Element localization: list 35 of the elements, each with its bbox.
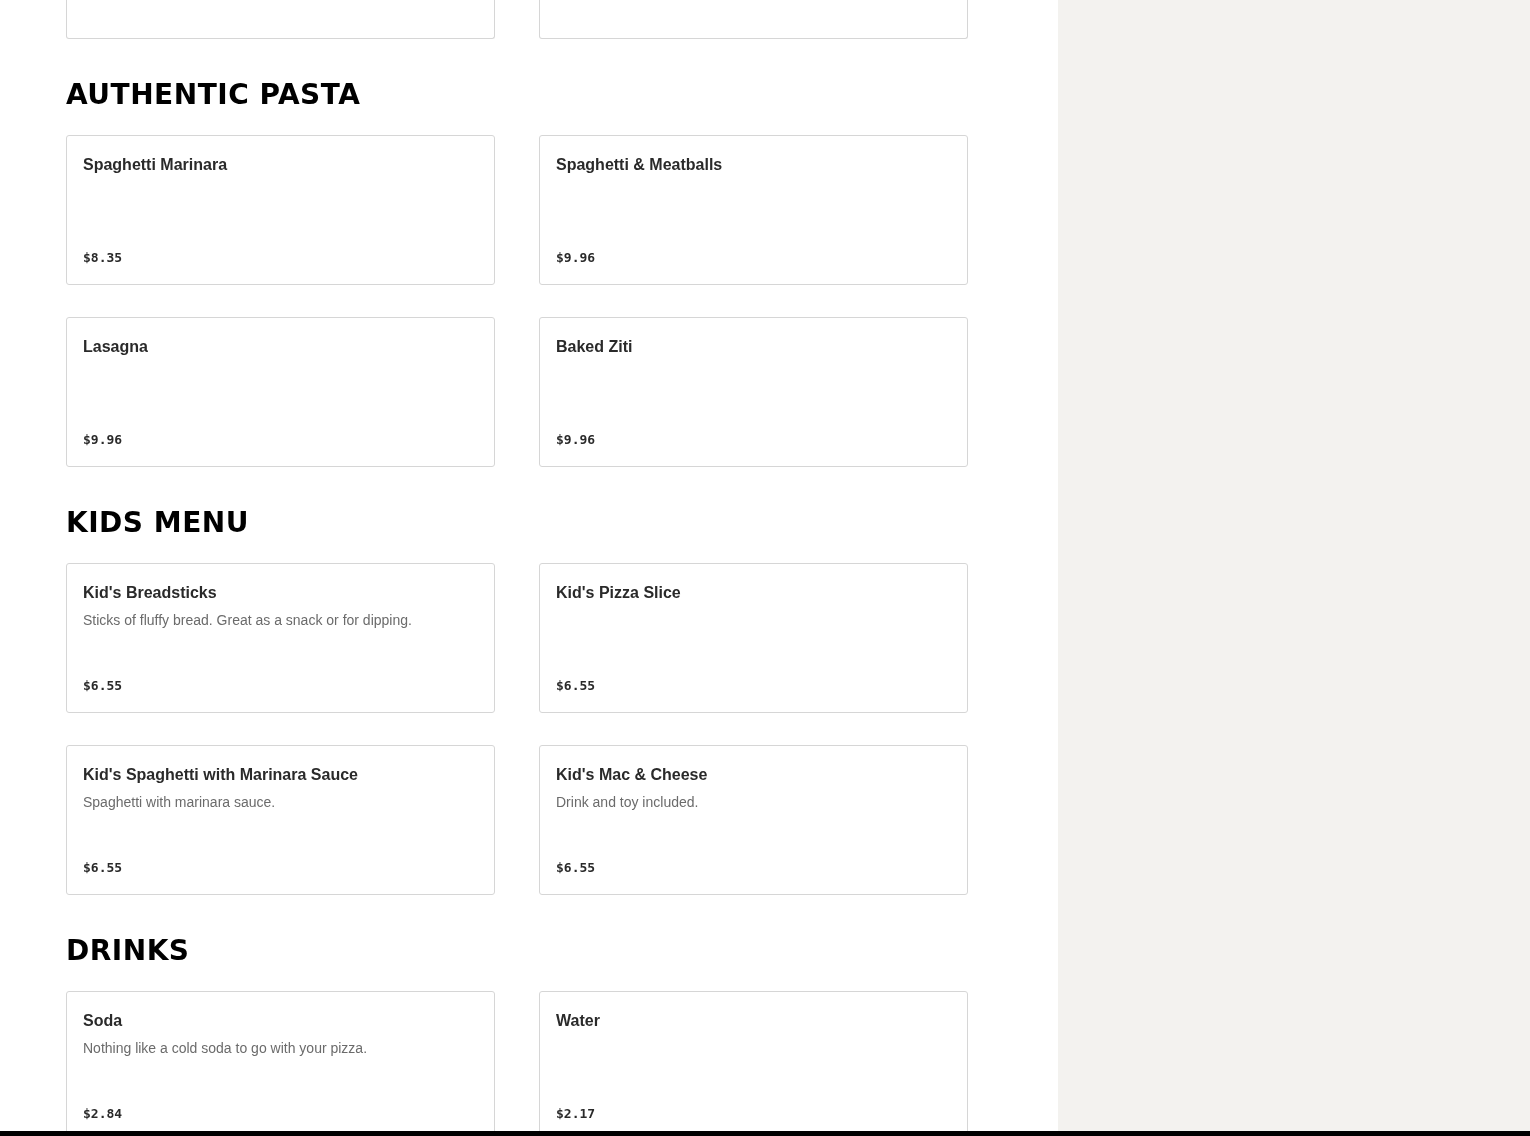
menu-item-card[interactable]: Baked Ziti $9.96	[539, 317, 968, 467]
section-heading: AUTHENTIC PASTA	[66, 77, 362, 113]
menu-item-card[interactable]: Spaghetti & Meatballs $9.96	[539, 135, 968, 285]
item-price: $6.55	[83, 678, 124, 693]
item-name: Baked Ziti	[556, 337, 634, 357]
item-description: Nothing like a cold soda to go with your pizza.	[83, 1039, 369, 1057]
section-heading: DRINKS	[66, 933, 191, 969]
item-name: Kid's Mac & Cheese	[556, 765, 709, 785]
item-description: Drink and toy included.	[556, 793, 700, 811]
item-name: Kid's Spaghetti with Marinara Sauce	[83, 765, 359, 785]
section-heading: KIDS MENU	[66, 505, 250, 541]
item-price: $8.35	[83, 250, 124, 265]
item-name: Lasagna	[83, 337, 149, 357]
item-name: Kid's Breadsticks	[83, 583, 218, 603]
item-price: $2.84	[83, 1106, 124, 1121]
item-price: $6.55	[83, 860, 124, 875]
menu-item-card[interactable]: Kid's Spaghetti with Marinara Sauce Spaghetti with marinara sauce. $6.55	[66, 745, 495, 895]
item-price: $9.96	[83, 432, 124, 447]
item-price: $9.96	[556, 250, 597, 265]
item-name: Spaghetti Marinara	[83, 155, 229, 175]
menu-item-card[interactable]: Lasagna $9.96	[66, 317, 495, 467]
item-price: $6.55	[556, 860, 597, 875]
item-price: $9.96	[556, 432, 597, 447]
item-description: Sticks of fluffy bread. Great as a snack or for dipping.	[83, 611, 413, 629]
item-price: $2.17	[556, 1106, 597, 1121]
item-description: Spaghetti with marinara sauce.	[83, 793, 277, 811]
menu-item-card[interactable]: Kid's Mac & Cheese Drink and toy included. $6.55	[539, 745, 968, 895]
item-name: Kid's Pizza Slice	[556, 583, 682, 603]
item-name: Soda	[83, 1011, 124, 1031]
item-name: Spaghetti & Meatballs	[556, 155, 724, 175]
menu-item-card[interactable]: Kid's Breadsticks Sticks of fluffy bread. Great as a snack or for dipping. $6.55	[66, 563, 495, 713]
item-price: $6.55	[556, 678, 597, 693]
menu-item-card[interactable]: Spaghetti Marinara $8.35	[66, 135, 495, 285]
item-name: Water	[556, 1011, 601, 1031]
menu-item-card[interactable]: Kid's Pizza Slice $6.55	[539, 563, 968, 713]
